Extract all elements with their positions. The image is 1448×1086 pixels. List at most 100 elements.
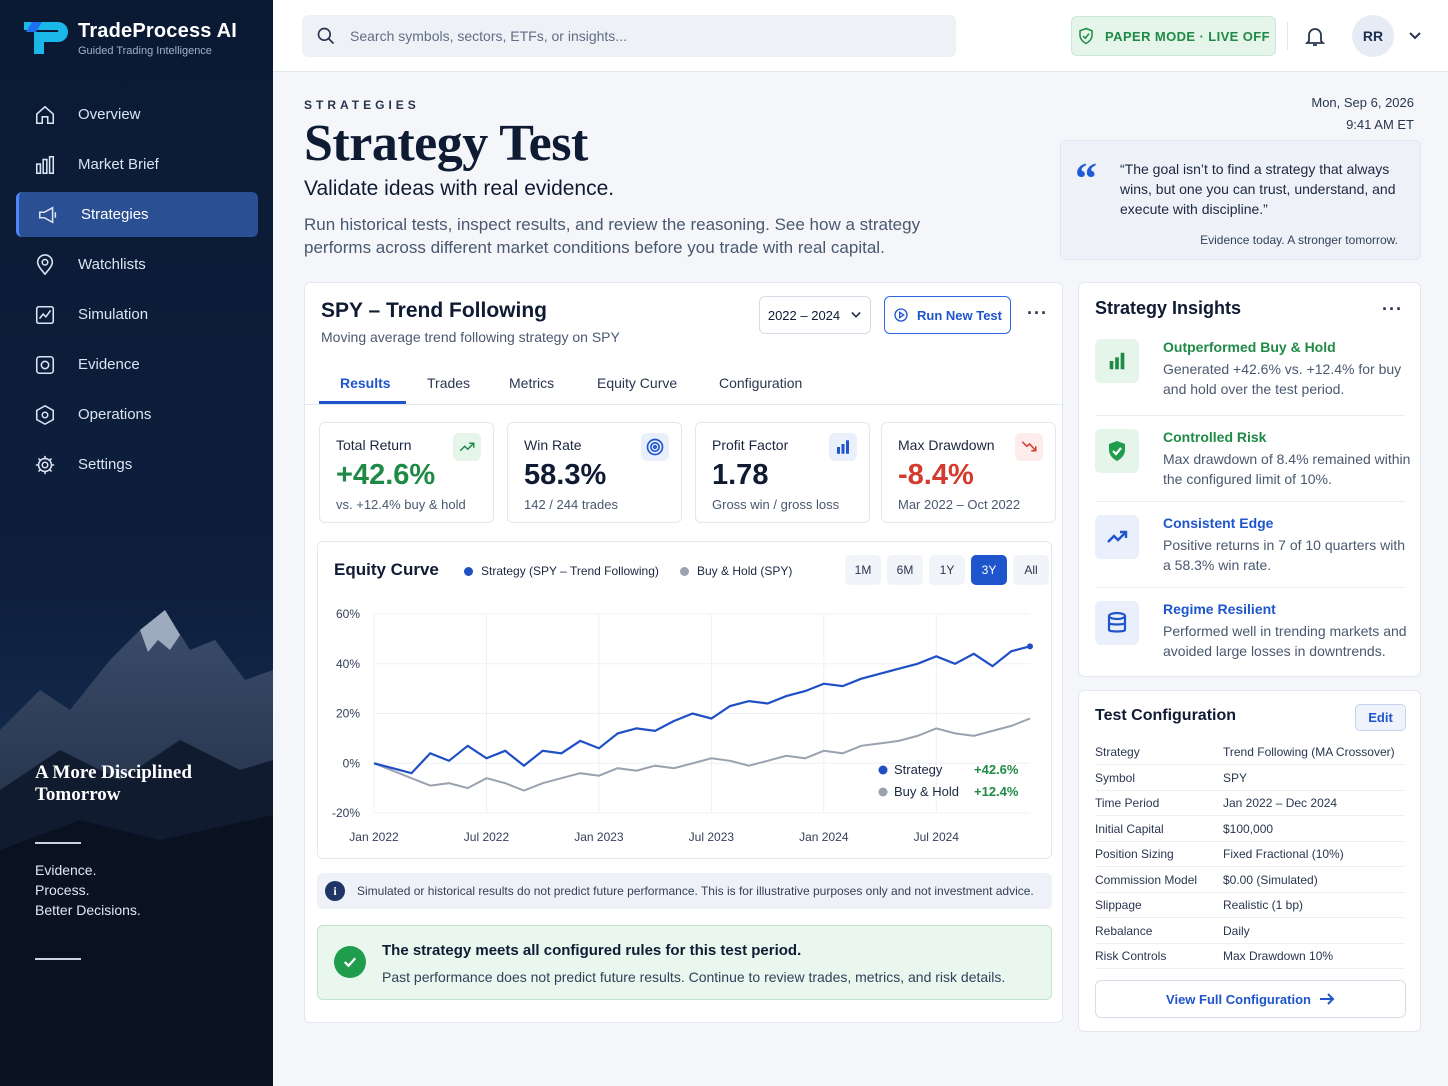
strategy-insights-card: Strategy Insights ··· Outperformed Buy &… (1078, 282, 1421, 677)
page-title: Strategy Test (304, 115, 588, 172)
avatar[interactable]: RR (1352, 15, 1394, 57)
chevron-down-icon[interactable] (1408, 30, 1422, 42)
shield-check-icon (1095, 429, 1139, 473)
database-icon (1095, 601, 1139, 645)
sidebar-item-label: Watchlists (78, 256, 146, 273)
page-eyebrow: STRATEGIES (304, 98, 420, 112)
shield-check-icon (1079, 27, 1093, 45)
tab-metrics[interactable]: Metrics (509, 375, 554, 391)
drawdown-icon (1015, 433, 1043, 461)
divider (1095, 415, 1405, 416)
tab-bar: Results Trades Metrics Equity Curve Conf… (305, 365, 1064, 405)
hexagon-icon (35, 404, 55, 425)
x-tick-label: Jan 2022 (349, 830, 399, 844)
sidebar-item-watchlists[interactable]: Watchlists (16, 242, 258, 287)
sidebar-item-label: Simulation (78, 306, 149, 323)
legend-dot (878, 787, 888, 797)
disclaimer-banner: i Simulated or historical results do not… (317, 873, 1052, 909)
sidebar-item-strategies[interactable]: Strategies (16, 192, 258, 237)
line-chart-icon (35, 305, 55, 324)
divider (1095, 501, 1405, 502)
chart-inline-legend: Strategy +42.6% Buy & Hold +12.4% (878, 762, 1019, 799)
y-tick-label: 0% (343, 756, 361, 770)
chart-title: Equity Curve (334, 560, 439, 579)
page-description: Run historical tests, inspect results, a… (304, 215, 921, 257)
config-row: Rebalance Daily (1095, 919, 1405, 944)
config-row: Initial Capital $100,000 (1095, 817, 1405, 842)
range-button-all[interactable]: All (1013, 555, 1049, 585)
config-row: Time Period Jan 2022 – Dec 2024 (1095, 791, 1405, 816)
x-tick-label: Jul 2023 (689, 830, 735, 844)
quote-footer: Evidence today. A stronger tomorrow. (1200, 233, 1398, 247)
config-key: Time Period (1095, 796, 1160, 810)
success-title: The strategy meets all configured rules … (382, 942, 802, 959)
sidebar-item-market-brief[interactable]: Market Brief (16, 142, 258, 187)
range-button-1y[interactable]: 1Y (929, 555, 965, 585)
search-icon (317, 27, 335, 45)
y-tick-label: 40% (336, 657, 360, 671)
divider (1095, 587, 1405, 588)
legend-dot (878, 765, 888, 775)
location-pin-icon (36, 253, 54, 275)
date-range-select[interactable]: 2022 – 2024 (759, 296, 871, 334)
view-full-configuration-button[interactable]: View Full Configuration (1095, 980, 1406, 1018)
config-key: Strategy (1095, 745, 1140, 759)
divider (35, 958, 81, 960)
sidebar-item-label: Overview (78, 106, 141, 123)
sidebar-item-settings[interactable]: Settings (16, 442, 258, 487)
edit-button[interactable]: Edit (1355, 704, 1406, 731)
target-icon (641, 433, 669, 461)
bell-icon[interactable] (1303, 24, 1327, 48)
config-key: Commission Model (1095, 872, 1198, 887)
sidebar-item-evidence[interactable]: Evidence (16, 342, 258, 387)
sidebar-item-overview[interactable]: Overview (16, 92, 258, 137)
page-subtitle: Validate ideas with real evidence. (304, 177, 615, 200)
app-logo[interactable]: TradeProcess AI Guided Trading Intellige… (22, 18, 237, 58)
series-end-point-strategy (1027, 643, 1033, 650)
strategy-card: SPY – Trend Following Moving average tre… (304, 282, 1064, 1023)
trend-up-icon (453, 433, 481, 461)
inline-legend-buy-hold: Buy & Hold (894, 784, 959, 799)
tab-configuration[interactable]: Configuration (719, 375, 802, 391)
strategy-title: SPY – Trend Following (321, 299, 547, 322)
success-banner: The strategy meets all configured rules … (317, 925, 1052, 1000)
series-line-strategy (373, 645, 1031, 775)
config-row: Risk Controls Max Drawdown 10% (1095, 944, 1405, 969)
tab-trades[interactable]: Trades (427, 375, 470, 391)
app-tagline: Guided Trading Intelligence (78, 44, 212, 57)
evidence-icon (35, 355, 55, 374)
x-tick-label: Jul 2024 (914, 830, 960, 844)
config-key: Risk Controls (1095, 949, 1167, 963)
bar-chart-icon (35, 155, 55, 174)
sidebar-item-label: Settings (78, 456, 133, 473)
bar-chart-icon (829, 433, 857, 461)
sidebar-item-simulation[interactable]: Simulation (16, 292, 258, 337)
more-options-icon[interactable]: ··· (1027, 303, 1048, 324)
legend-buy-hold: Buy & Hold (SPY) (680, 564, 792, 578)
run-new-test-button[interactable]: Run New Test (884, 296, 1011, 334)
series-line-buy-hold (373, 717, 1031, 792)
info-icon: i (325, 881, 345, 901)
x-tick-label: Jul 2022 (464, 830, 510, 844)
success-text: Past performance does not predict future… (382, 969, 1006, 985)
sidebar-item-operations[interactable]: Operations (16, 392, 258, 437)
app-name: TradeProcess AI (78, 19, 238, 42)
tab-equity-curve[interactable]: Equity Curve (597, 375, 677, 391)
config-value: $0.00 (Simulated) (1223, 872, 1318, 887)
range-button-3y[interactable]: 3Y (971, 555, 1007, 585)
mountain-illustration (0, 610, 273, 1086)
inline-value-buy-hold: +12.4% (974, 784, 1019, 799)
search-input[interactable] (350, 28, 910, 44)
range-buttons: 1M 6M 1Y 3Y All (845, 555, 1049, 585)
config-row: Symbol SPY (1095, 766, 1405, 791)
range-button-1m[interactable]: 1M (845, 555, 881, 585)
bar-chart-icon (1095, 339, 1139, 383)
trend-up-icon (1095, 515, 1139, 559)
tab-results[interactable]: Results (340, 375, 391, 391)
search-box[interactable] (302, 15, 956, 57)
range-button-6m[interactable]: 6M (887, 555, 923, 585)
paper-mode-badge[interactable]: PAPER MODE · LIVE OFF (1071, 16, 1276, 56)
config-value: Max Drawdown 10% (1223, 949, 1334, 963)
home-icon (35, 105, 55, 124)
more-options-icon[interactable]: ··· (1382, 299, 1403, 320)
